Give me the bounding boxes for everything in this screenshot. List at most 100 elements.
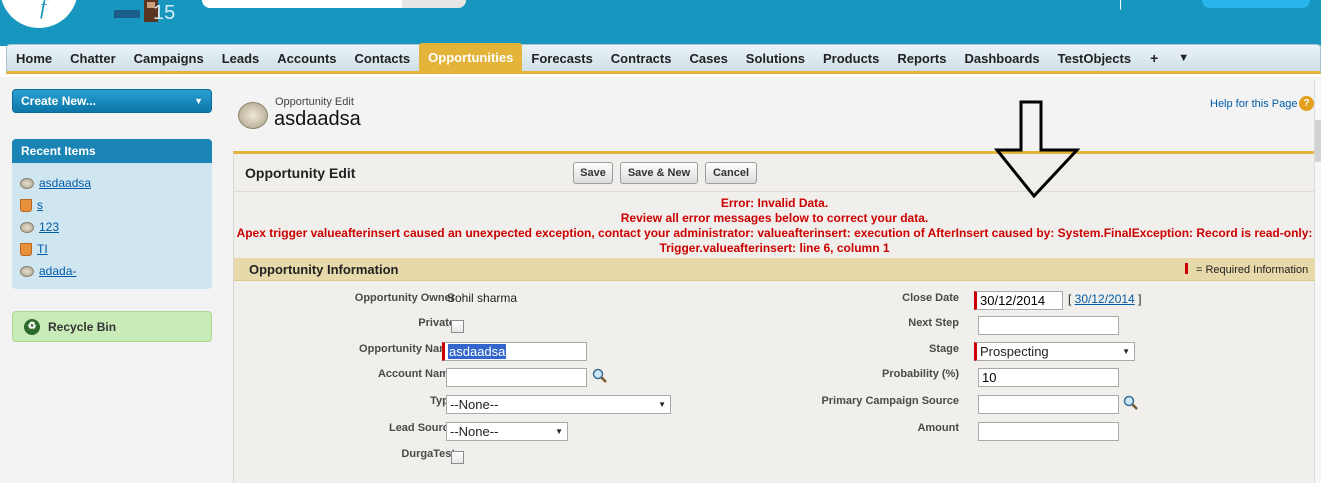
user-menu-dots-icon[interactable]: | [1119,0,1128,10]
tab-opportunities[interactable]: Opportunities [419,43,523,71]
list-item: adada- [12,260,212,282]
account-name-label: Account Name [377,368,455,380]
top-header: f 15 | [0,0,1321,38]
lead-source-label: Lead Source [388,422,455,434]
tab-forecasts[interactable]: Forecasts [522,45,601,72]
recycle-bin-icon: ♻ [24,318,40,335]
private-label: Private [418,317,455,329]
chevron-down-icon: ▼ [658,400,666,409]
section-title: Opportunity Information [249,262,399,277]
tab-contracts[interactable]: Contracts [602,45,681,72]
type-label: Type [430,395,455,407]
account-icon [20,198,32,212]
account-lookup-icon[interactable] [592,368,608,384]
chevron-down-icon: ▼ [1122,347,1130,356]
page-title: asdaadsa [274,108,361,130]
tab-chatter[interactable]: Chatter [61,45,125,72]
opportunity-icon [20,221,34,233]
scrollbar-thumb[interactable] [1315,120,1321,162]
recent-items-list: asdaadsa s 123 TI adada- [12,163,212,289]
primary-campaign-source-input[interactable] [978,395,1119,414]
recent-item-link[interactable]: 123 [39,220,59,234]
save-button[interactable]: Save [573,162,613,184]
all-tabs-plus-icon[interactable]: + [1140,45,1168,72]
list-item: TI [12,238,212,260]
next-step-label: Next Step [908,317,959,329]
probability-label: Probability (%) [881,368,959,380]
account-icon [20,242,32,256]
tab-accounts[interactable]: Accounts [268,45,345,72]
probability-input[interactable]: 10 [978,368,1119,387]
durgatest-checkbox[interactable] [451,451,464,464]
opportunity-name-input[interactable]: asdaadsa [442,342,587,361]
create-new-dropdown[interactable]: Create New... ▼ [12,89,212,113]
list-item: asdaadsa [12,172,212,194]
opportunity-icon [20,265,34,277]
lead-source-select[interactable]: --None-- ▼ [446,422,568,441]
save-and-new-button[interactable]: Save & New [620,162,698,184]
recent-items-header: Recent Items [12,139,212,163]
tab-leads[interactable]: Leads [213,45,269,72]
tab-dashboards[interactable]: Dashboards [955,45,1048,72]
cancel-button[interactable]: Cancel [705,162,757,184]
close-date-label: Close Date [902,292,959,304]
more-tabs-chevron-down-icon[interactable]: ▼ [1168,45,1199,72]
caret-down-icon: ▼ [194,96,203,106]
opportunity-edit-panel: Opportunity Edit Save Save & New Cancel … [233,151,1315,483]
recent-item-link[interactable]: TI [37,242,48,256]
tab-contacts[interactable]: Contacts [346,45,420,72]
help-link[interactable]: Help for this Page [1210,98,1297,110]
campaign-lookup-icon[interactable] [1123,395,1139,411]
tab-home[interactable]: Home [7,45,61,72]
private-checkbox[interactable] [451,320,464,333]
recent-item-link[interactable]: asdaadsa [39,176,91,190]
stage-select[interactable]: Prospecting ▼ [974,342,1135,361]
search-button[interactable] [402,0,466,8]
opportunity-icon [20,177,34,189]
tab-reports[interactable]: Reports [888,45,955,72]
next-step-input[interactable] [978,316,1119,335]
main-tabs: Home Chatter Campaigns Leads Accounts Co… [6,43,1321,74]
tab-testobjects[interactable]: TestObjects [1049,45,1140,72]
opportunity-coin-icon [238,102,268,129]
today-date-link[interactable]: 30/12/2014 [1075,292,1135,306]
required-marker [1185,263,1188,274]
stage-value: Prospecting [980,344,1049,359]
amount-input[interactable] [978,422,1119,441]
setup-button[interactable] [1202,0,1310,8]
recent-item-link[interactable]: s [37,198,43,212]
section-header: Opportunity Information = Required Infor… [234,258,1315,281]
panel-title: Opportunity Edit [245,165,356,181]
tab-solutions[interactable]: Solutions [737,45,814,72]
close-date-input[interactable]: 30/12/2014 [974,291,1063,310]
list-item: 123 [12,216,212,238]
release-number: 15 [153,2,176,24]
account-name-input[interactable] [446,368,587,387]
down-arrow-annotation-icon [994,100,1080,198]
opportunity-name-value: asdaadsa [448,344,507,359]
panel-header: Opportunity Edit Save Save & New Cancel [234,154,1315,192]
logo-text: f [40,0,47,19]
today-date-link-wrapper: [ 30/12/2014 ] [1068,292,1142,306]
amount-label: Amount [917,422,959,434]
type-select[interactable]: --None-- ▼ [446,395,671,414]
tab-campaigns[interactable]: Campaigns [125,45,213,72]
tab-products[interactable]: Products [814,45,888,72]
tab-cases[interactable]: Cases [680,45,736,72]
help-icon[interactable]: ? [1299,96,1314,111]
list-item: s [12,194,212,216]
error-detail: Apex trigger valueafterinsert caused an … [236,226,1313,240]
error-title: Error: Invalid Data. [720,196,829,210]
stage-label: Stage [929,343,959,355]
create-new-label: Create New... [21,94,96,108]
durgatest-label: DurgaTest [401,448,455,460]
type-value: --None-- [450,397,499,412]
required-note-text: = Required Information [1196,264,1309,276]
chevron-down-icon: ▼ [555,427,563,436]
recent-item-link[interactable]: adada- [39,264,76,278]
opportunity-owner-label: Opportunity Owner [354,292,455,304]
error-review: Review all error messages below to corre… [620,211,929,225]
recycle-bin-label: Recycle Bin [48,319,117,334]
recycle-bin-link[interactable]: ♻ Recycle Bin [12,311,212,342]
required-info-note: = Required Information [1185,263,1308,276]
